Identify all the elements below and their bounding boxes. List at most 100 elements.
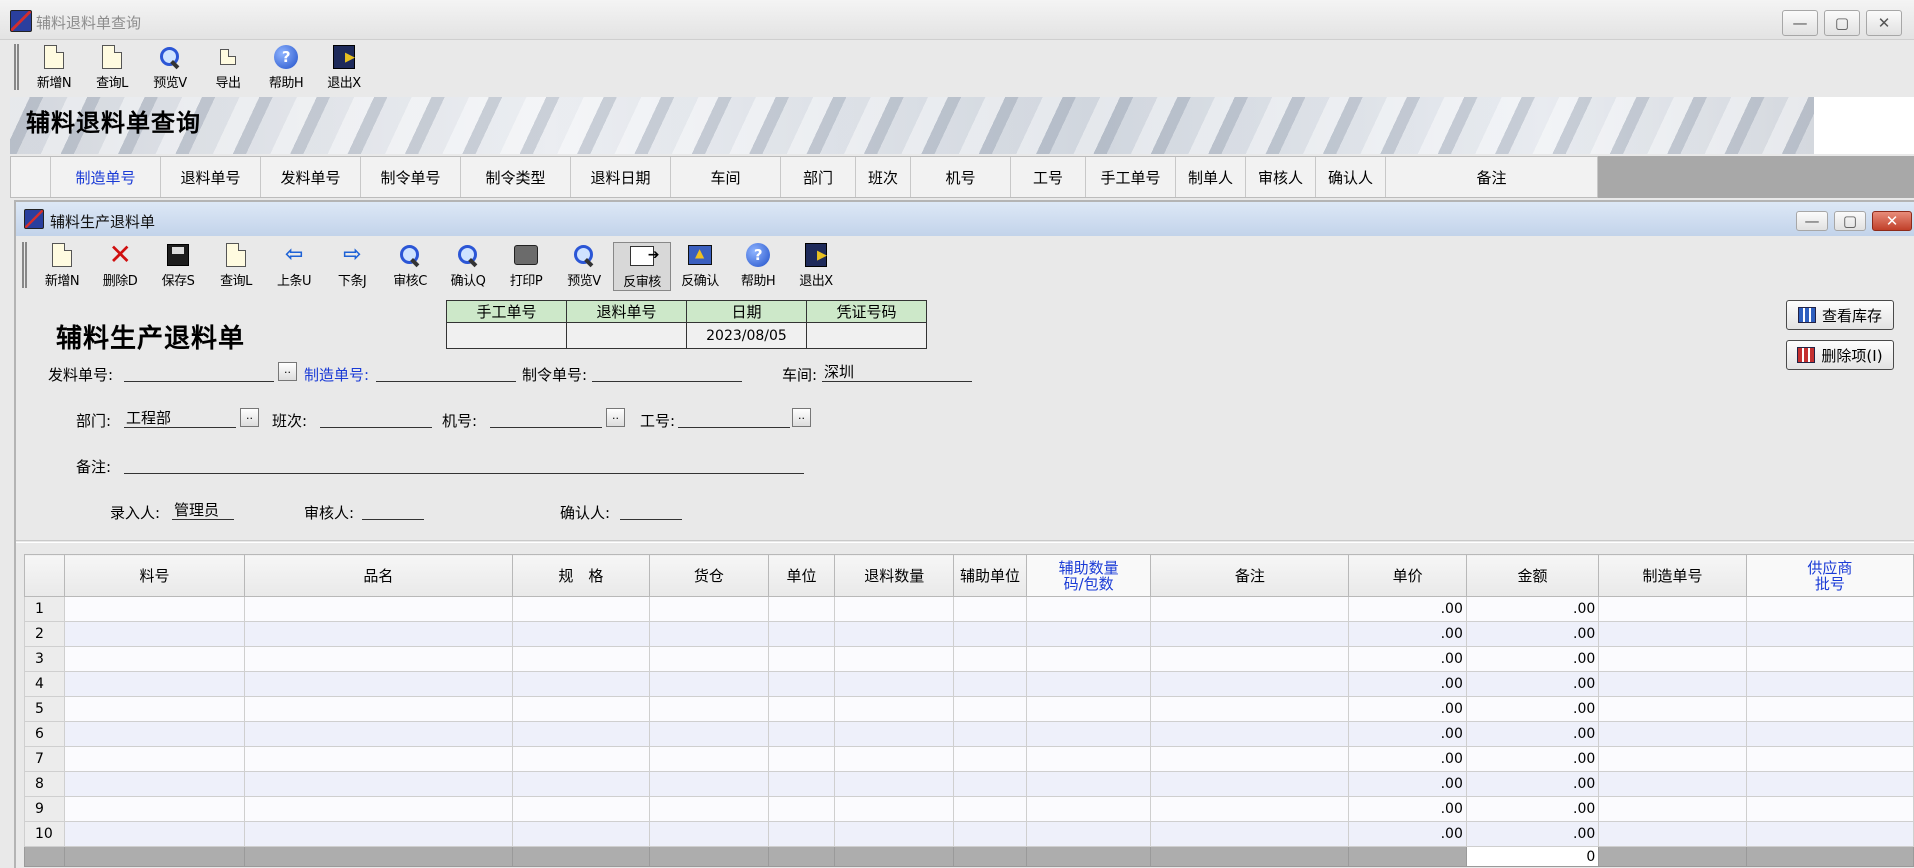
grid-cell[interactable] [767, 721, 836, 747]
outer-preview-button[interactable]: 预览V [141, 44, 199, 91]
grid-cell[interactable] [63, 821, 246, 847]
grid-cell[interactable] [511, 596, 651, 622]
amount-cell[interactable]: .00 [1465, 646, 1600, 672]
grid-cell[interactable] [649, 621, 769, 647]
grid-cell[interactable] [1598, 671, 1747, 697]
unit-price-cell[interactable]: .00 [1348, 596, 1467, 622]
preview-button[interactable]: 预览V [555, 242, 613, 289]
grid-cell[interactable] [767, 696, 836, 722]
manual-no-input[interactable] [446, 322, 567, 349]
grid-cell[interactable] [63, 771, 246, 797]
grid-cell[interactable] [1025, 821, 1152, 847]
query-col-order-type[interactable]: 制令类型 [461, 157, 571, 197]
grid-cell[interactable] [834, 596, 955, 622]
grid-cell[interactable] [1150, 771, 1350, 797]
grid-col-amount[interactable]: 金额 [1465, 554, 1600, 597]
grid-cell[interactable] [1745, 671, 1914, 697]
grid-cell[interactable] [953, 646, 1027, 672]
grid-cell[interactable] [1598, 621, 1747, 647]
grid-cell[interactable] [1025, 621, 1152, 647]
grid-cell[interactable] [834, 671, 955, 697]
audit-button[interactable]: 审核C [381, 242, 439, 289]
grid-cell[interactable] [1150, 596, 1350, 622]
view-stock-button[interactable]: 查看库存 [1786, 300, 1894, 330]
grid-cell[interactable] [834, 696, 955, 722]
grid-cell[interactable] [953, 746, 1027, 772]
grid-cell[interactable] [953, 721, 1027, 747]
table-row[interactable]: 3 .00.00 [24, 646, 1914, 672]
query-col-dept[interactable]: 部门 [781, 157, 856, 197]
unit-price-cell[interactable]: .00 [1348, 796, 1467, 822]
query-col-return-no[interactable]: 退料单号 [161, 157, 261, 197]
unit-price-cell[interactable]: .00 [1348, 746, 1467, 772]
grid-cell[interactable] [244, 821, 513, 847]
grid-cell[interactable] [767, 821, 836, 847]
grid-cell[interactable] [1598, 646, 1747, 672]
query-col-order-no[interactable]: 制令单号 [361, 157, 461, 197]
query-col-return-date[interactable]: 退料日期 [571, 157, 671, 197]
next-record-button[interactable]: ⇨ 下条J [323, 242, 381, 290]
grid-cell[interactable] [244, 696, 513, 722]
query-col-machine[interactable]: 机号 [911, 157, 1011, 197]
grid-cell[interactable] [1150, 671, 1350, 697]
grid-cell[interactable] [649, 646, 769, 672]
grid-cell[interactable] [1150, 821, 1350, 847]
grid-cell[interactable] [511, 771, 651, 797]
save-button[interactable]: 保存S [149, 242, 207, 289]
grid-cell[interactable] [953, 596, 1027, 622]
grid-cell[interactable] [649, 696, 769, 722]
grid-cell[interactable] [1745, 771, 1914, 797]
outer-exit-button[interactable]: 退出X [315, 44, 373, 91]
outer-close-button[interactable]: ✕ [1866, 10, 1902, 36]
dept-lookup-button[interactable]: .. [240, 408, 259, 427]
grid-cell[interactable] [1745, 796, 1914, 822]
issue-no-lookup-button[interactable]: .. [278, 362, 297, 381]
grid-cell[interactable] [511, 696, 651, 722]
amount-cell[interactable]: .00 [1465, 721, 1600, 747]
table-row[interactable]: 6 .00.00 [24, 721, 1914, 747]
grid-cell[interactable] [63, 721, 246, 747]
table-row[interactable]: 4 .00.00 [24, 671, 1914, 697]
table-row[interactable]: 5 .00.00 [24, 696, 1914, 722]
grid-cell[interactable] [1745, 721, 1914, 747]
outer-query-button[interactable]: 查询L [83, 44, 141, 91]
query-col-worker[interactable]: 工号 [1011, 157, 1086, 197]
help-button[interactable]: ? 帮助H [729, 242, 787, 289]
grid-col-supplier-batch[interactable]: 供应商 批号 [1745, 554, 1914, 597]
exit-button[interactable]: 退出X [787, 242, 845, 289]
amount-cell[interactable]: .00 [1465, 796, 1600, 822]
unaudit-button[interactable]: 反审核 [613, 242, 671, 291]
amount-cell[interactable]: .00 [1465, 821, 1600, 847]
grid-cell[interactable] [1745, 596, 1914, 622]
grid-cell[interactable] [1150, 696, 1350, 722]
grid-cell[interactable] [511, 646, 651, 672]
new-button[interactable]: 新增N [33, 242, 91, 289]
print-button[interactable]: 打印P [497, 242, 555, 289]
grid-cell[interactable] [767, 746, 836, 772]
prev-record-button[interactable]: ⇦ 上条U [265, 242, 323, 290]
grid-cell[interactable] [953, 796, 1027, 822]
grid-cell[interactable] [511, 721, 651, 747]
workshop-input[interactable]: 深圳 [822, 362, 972, 382]
outer-export-button[interactable]: 导出 [199, 44, 257, 91]
grid-cell[interactable] [63, 596, 246, 622]
unit-price-cell[interactable]: .00 [1348, 621, 1467, 647]
grid-cell[interactable] [1150, 746, 1350, 772]
grid-cell[interactable] [953, 696, 1027, 722]
grid-cell[interactable] [1025, 696, 1152, 722]
grid-cell[interactable] [649, 821, 769, 847]
child-minimize-button[interactable]: — [1796, 211, 1828, 231]
grid-cell[interactable] [834, 646, 955, 672]
grid-cell[interactable] [953, 621, 1027, 647]
table-row[interactable]: 10 .00.00 [24, 821, 1914, 847]
grid-cell[interactable] [834, 721, 955, 747]
grid-cell[interactable] [1025, 671, 1152, 697]
grid-cell[interactable] [767, 771, 836, 797]
table-row[interactable]: 2 .00.00 [24, 621, 1914, 647]
unit-price-cell[interactable]: .00 [1348, 721, 1467, 747]
worker-lookup-button[interactable]: .. [792, 408, 811, 427]
grid-cell[interactable] [649, 721, 769, 747]
query-col-selector[interactable] [11, 157, 51, 197]
mfg-no-input[interactable] [376, 362, 516, 382]
table-row[interactable]: 8 .00.00 [24, 771, 1914, 797]
